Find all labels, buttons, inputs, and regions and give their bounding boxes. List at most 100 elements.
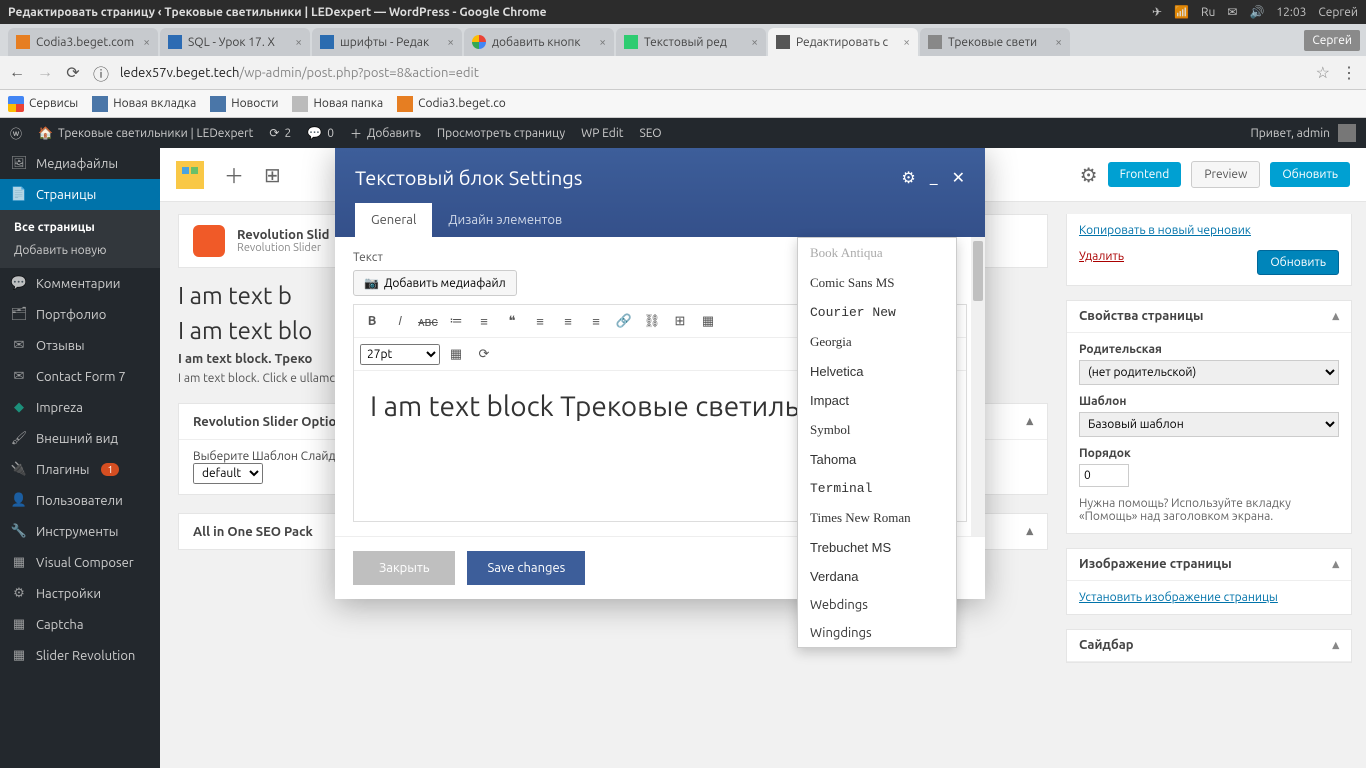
font-option[interactable]: Symbol (798, 415, 956, 445)
sidebar-item-tools[interactable]: 🔧Инструменты (0, 516, 160, 547)
bookmark-item[interactable]: Новая вкладка (92, 96, 196, 112)
view-page[interactable]: Просмотреть страницу (437, 127, 565, 140)
browser-tab[interactable]: Codia3.beget.com× (8, 28, 158, 56)
gear-icon[interactable]: ⚙ (901, 168, 915, 187)
publish-update-button[interactable]: Обновить (1257, 250, 1339, 275)
align-center-icon[interactable]: ≡ (556, 309, 580, 333)
sidebar-item-cf7[interactable]: ✉Contact Form 7 (0, 361, 160, 392)
tab-general[interactable]: General (355, 203, 432, 237)
greeting[interactable]: Привет, admin (1250, 127, 1330, 140)
font-option[interactable]: Trebuchet MS (798, 533, 956, 562)
telegram-icon[interactable]: ✈ (1152, 5, 1162, 19)
close-icon[interactable]: × (447, 36, 454, 49)
frontend-button[interactable]: Frontend (1108, 162, 1182, 187)
unlink-icon[interactable]: ⛓ (640, 309, 664, 333)
strike-icon[interactable]: ᴀʙᴄ (416, 309, 440, 333)
browser-tab-active[interactable]: Редактировать с× (768, 28, 918, 56)
sidebar-item-reviews[interactable]: ✉Отзывы (0, 330, 160, 361)
wifi-icon[interactable]: 📶 (1174, 5, 1189, 19)
wp-logo-icon[interactable]: ⓦ (10, 125, 22, 142)
font-option[interactable]: Georgia (798, 327, 956, 357)
volume-icon[interactable]: 🔊 (1249, 5, 1264, 19)
tab-design[interactable]: Дизайн элементов (432, 203, 578, 237)
font-option[interactable]: Comic Sans MS (798, 268, 956, 298)
user-menu[interactable]: Сергей (1318, 6, 1358, 19)
bold-icon[interactable]: B (360, 309, 384, 333)
font-option[interactable]: Courier New (798, 298, 956, 327)
browser-tab[interactable]: SQL - Урок 17. Х× (160, 28, 310, 56)
sidebar-item-captcha[interactable]: ▦Captcha (0, 609, 160, 640)
font-option[interactable]: Terminal (798, 474, 956, 503)
sidebar-item-vc[interactable]: ▦Visual Composer (0, 547, 160, 578)
close-icon[interactable]: × (143, 36, 150, 49)
sidebar-item-settings[interactable]: ⚙Настройки (0, 578, 160, 609)
mail-icon[interactable]: ✉ (1227, 5, 1237, 19)
italic-icon[interactable]: I (388, 309, 412, 333)
close-button[interactable]: Закрыть (353, 551, 455, 585)
sidebar-item-users[interactable]: 👤Пользователи (0, 485, 160, 516)
update-button[interactable]: Обновить (1270, 162, 1350, 187)
set-featured-link[interactable]: Установить изображение страницы (1079, 591, 1278, 604)
save-button[interactable]: Save changes (467, 551, 585, 585)
wpedit-link[interactable]: WP Edit (581, 127, 623, 140)
browser-tab[interactable]: добавить кнопк× (464, 28, 614, 56)
kitchen-sink-icon[interactable]: ▦ (696, 309, 720, 333)
delete-link[interactable]: Удалить (1079, 250, 1124, 263)
sidebar-item-portfolio[interactable]: 🗂Портфолио (0, 299, 160, 330)
add-media-button[interactable]: 📷Добавить медиафайл (353, 270, 517, 296)
sidebar-item-plugins[interactable]: 🔌Плагины1 (0, 454, 160, 485)
close-icon[interactable]: × (295, 36, 302, 49)
template-icon[interactable]: ⊞ (264, 163, 281, 187)
table-icon[interactable]: ▦ (444, 342, 468, 366)
chevron-up-icon[interactable]: ▴ (1332, 309, 1339, 324)
close-icon[interactable]: ✕ (952, 168, 965, 187)
browser-tab[interactable]: шрифты - Редак× (312, 28, 462, 56)
font-option[interactable]: Helvetica (798, 357, 956, 386)
link-icon[interactable]: 🔗 (612, 309, 636, 333)
bookmark-folder[interactable]: Новая папка (292, 96, 383, 112)
bookmark-item[interactable]: Новости (210, 96, 278, 112)
template-select[interactable]: Базовый шаблон (1079, 412, 1339, 437)
submenu-add-page[interactable]: Добавить новую (0, 239, 160, 262)
font-option[interactable]: Verdana (798, 562, 956, 591)
ul-icon[interactable]: ≔ (444, 309, 468, 333)
slider-template-select[interactable]: default (193, 463, 263, 484)
browser-tab[interactable]: Трековые свети× (920, 28, 1070, 56)
quote-icon[interactable]: ❝ (500, 309, 524, 333)
close-icon[interactable]: × (599, 36, 606, 49)
font-size-select[interactable]: 27pt (360, 344, 440, 365)
add-new[interactable]: ＋ Добавить (350, 125, 421, 142)
sidebar-item-pages[interactable]: 📄Страницы (0, 179, 160, 210)
order-input[interactable] (1079, 464, 1129, 487)
site-name[interactable]: 🏠 Трековые светильники | LEDexpert (38, 126, 253, 140)
preview-button[interactable]: Preview (1191, 161, 1260, 188)
font-option[interactable]: Times New Roman (798, 503, 956, 533)
forward-icon[interactable]: → (36, 63, 54, 82)
minimize-icon[interactable]: _ (930, 168, 938, 187)
browser-tab[interactable]: Текстовый ред× (616, 28, 766, 56)
chevron-up-icon[interactable]: ▴ (1332, 557, 1339, 572)
menu-icon[interactable]: ⋮ (1340, 63, 1358, 82)
sidebar-item-slider[interactable]: ▦Slider Revolution (0, 640, 160, 671)
chevron-up-icon[interactable]: ▴ (1332, 638, 1339, 653)
vc-logo-icon[interactable] (176, 161, 204, 189)
updates-icon[interactable]: ⟳ 2 (269, 126, 291, 140)
reload-icon[interactable]: ⟳ (64, 63, 82, 82)
sidebar-item-comments[interactable]: 💬Комментарии (0, 268, 160, 299)
close-icon[interactable]: × (903, 36, 910, 49)
font-option[interactable]: Book Antiqua (798, 238, 956, 268)
copy-draft-link[interactable]: Копировать в новый черновик (1079, 224, 1251, 237)
align-right-icon[interactable]: ≡ (584, 309, 608, 333)
refresh-icon[interactable]: ⟳ (472, 342, 496, 366)
scrollbar[interactable] (971, 237, 985, 536)
align-left-icon[interactable]: ≡ (528, 309, 552, 333)
close-icon[interactable]: × (751, 36, 758, 49)
url-field[interactable]: ledex57v.beget.tech/wp-admin/post.php?po… (120, 66, 1306, 80)
more-icon[interactable]: ⊞ (668, 309, 692, 333)
submenu-all-pages[interactable]: Все страницы (0, 216, 160, 239)
parent-select[interactable]: (нет родительской) (1079, 360, 1339, 385)
font-option[interactable]: Impact (798, 386, 956, 415)
chrome-profile[interactable]: Сергей (1304, 30, 1360, 51)
keyboard-lang[interactable]: Ru (1201, 6, 1215, 19)
comments-icon[interactable]: 💬 0 (307, 126, 334, 140)
